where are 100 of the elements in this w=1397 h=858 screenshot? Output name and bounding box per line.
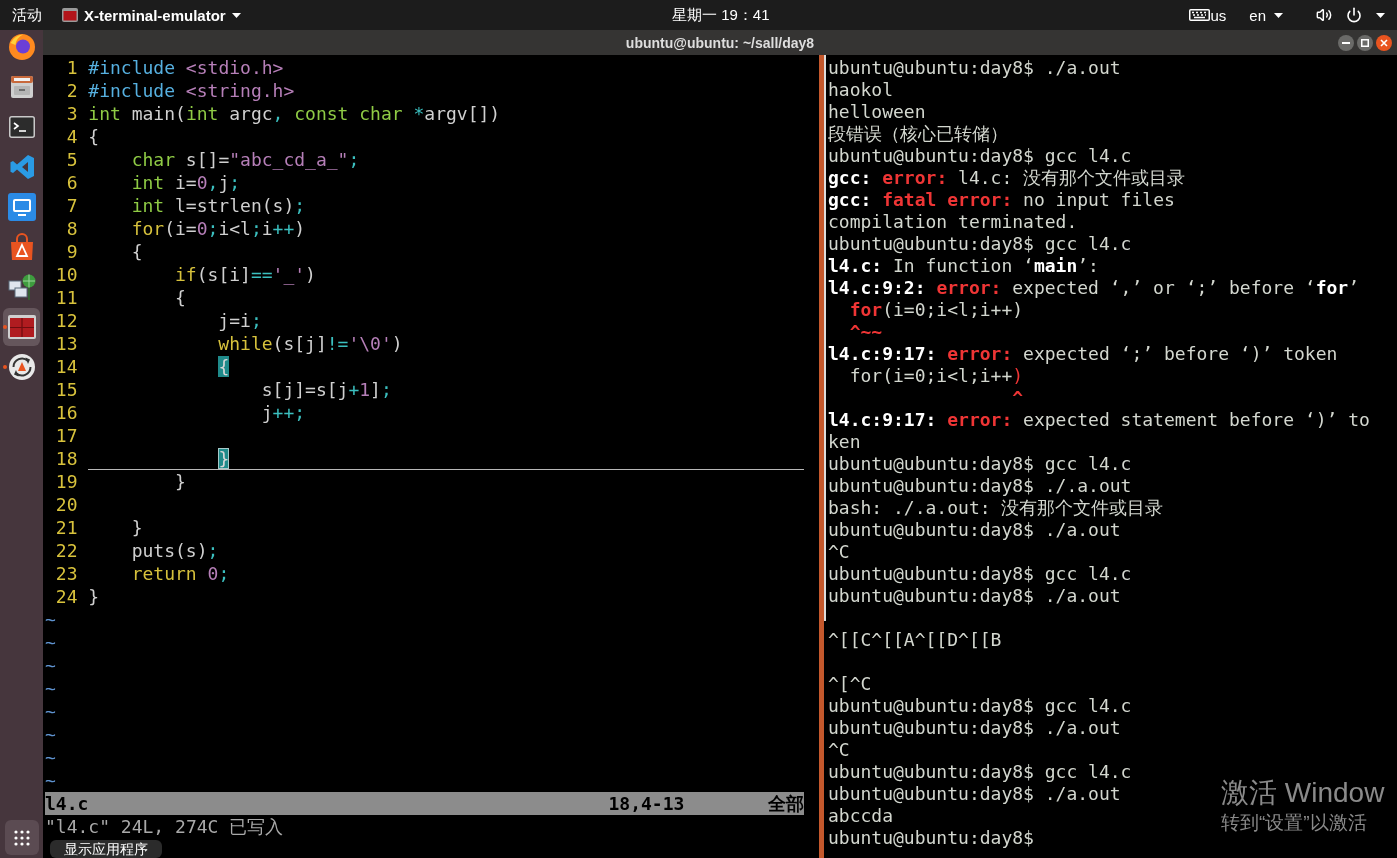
terminal-line: gcc: error: l4.c: 没有那个文件或目录 (828, 167, 1186, 189)
apps-grid-button[interactable] (4, 820, 39, 855)
activation-title: 激活 Window (1221, 776, 1385, 810)
line-number: 10 (54, 263, 78, 286)
code-line: { (130, 240, 144, 263)
line-number: 15 (54, 378, 78, 401)
line-number: 6 (65, 171, 78, 194)
code-line: char s[]="abc_cd_a_"; (130, 148, 361, 171)
terminal-line: l4.c: In function ‘main’: (828, 255, 1099, 277)
code-line: int i=0,j; (130, 171, 242, 194)
code-line: #include <stdio.h> (88, 56, 285, 79)
language-menu[interactable]: en (1249, 6, 1283, 24)
terminal-line: compilation terminated. (828, 211, 1078, 233)
code-line: puts(s); (130, 539, 220, 562)
line-number: 5 (65, 148, 78, 171)
terminal-line: ^ (1011, 387, 1024, 409)
code-line: if(s[i]=='_') (174, 263, 317, 286)
code-line: j++; (260, 401, 307, 424)
maximize-button[interactable] (1357, 34, 1373, 51)
terminal-line: ubuntu@ubuntu:day8$ ./a.out (828, 585, 1121, 607)
line-number: 18 (54, 447, 78, 470)
terminal-line: ubuntu@ubuntu:day8$ gcc l4.c (828, 145, 1132, 167)
line-number: 14 (54, 355, 78, 378)
terminal-line: l4.c:9:2: error: expected ‘,’ or ‘;’ before ‘for’ (828, 277, 1360, 299)
code-line: } (88, 447, 804, 470)
line-number: 11 (54, 286, 78, 309)
terminal-line: abccda (828, 805, 894, 827)
status-message: "l4.c" 24L, 274C 已写入 (45, 815, 284, 838)
terminal-line: ^[^C (828, 673, 872, 695)
terminal-line: ken (828, 431, 861, 453)
line-number: 13 (54, 332, 78, 355)
system-menu[interactable] (1316, 7, 1385, 23)
caret-icon (231, 12, 241, 18)
terminal-line: ubuntu@ubuntu:day8$ ./a.out (828, 57, 1121, 79)
terminal-line: ubuntu@ubuntu:day8$ gcc l4.c (828, 453, 1132, 475)
app-menu[interactable]: X-terminal-emulator (62, 6, 241, 24)
scrollbar-thumb[interactable] (824, 55, 826, 621)
code-line: s[j]=s[j+1]; (260, 378, 393, 401)
code-line: } (174, 470, 187, 493)
volume-icon (1316, 7, 1332, 23)
tilde-marker: ~ (45, 608, 56, 631)
minimize-button[interactable] (1338, 34, 1354, 51)
app-window-icon[interactable] (7, 315, 36, 339)
line-number: 2 (65, 79, 78, 102)
keyboard-layout-button[interactable]: us (1189, 6, 1227, 24)
line-number: 16 (54, 401, 78, 424)
line-number: 1 (65, 56, 78, 79)
terminal-line: helloween (828, 101, 926, 123)
terminal-line: ubuntu@ubuntu:day8$ ./a.out (828, 717, 1121, 739)
activities-button[interactable]: 活动 (12, 5, 42, 25)
close-icon (1380, 38, 1388, 47)
line-number: 23 (54, 562, 78, 585)
line-number: 7 (65, 194, 78, 217)
file-name: l4.c (45, 792, 90, 815)
code-line: for(i=0;i<l;i++) (130, 217, 307, 240)
line-number: 19 (54, 470, 78, 493)
app-window-icon (62, 8, 78, 22)
line-number: 24 (54, 585, 78, 608)
tilde-marker: ~ (45, 723, 56, 746)
tilde-marker: ~ (45, 746, 56, 769)
terminal-line: ubuntu@ubuntu:day8$ ./.a.out (828, 475, 1132, 497)
dock-item[interactable] (3, 308, 40, 346)
terminal-line: ubuntu@ubuntu:day8$ ./a.out (828, 783, 1121, 805)
code-line: while(s[j]!='\0') (217, 332, 404, 355)
terminal-line: l4.c:9:17: error: expected ‘;’ before ‘)’ token (828, 343, 1338, 365)
terminal-line: ubuntu@ubuntu:day8$ gcc l4.c (828, 761, 1132, 783)
terminal-line: ubuntu@ubuntu:day8$ gcc l4.c (828, 233, 1132, 255)
line-number: 21 (54, 516, 78, 539)
grid-dots-icon[interactable] (13, 829, 30, 846)
terminal-line: ^[[C^[[A^[[D^[[B (828, 629, 1002, 651)
activation-subtitle: 转到“设置”以激活 (1221, 811, 1367, 835)
terminal-line: 段错误（核心已转储） (828, 123, 1008, 145)
power-icon (1346, 7, 1362, 23)
terminal-line: l4.c:9:17: error: expected statement before ‘)’ to (828, 409, 1370, 431)
close-button[interactable] (1376, 34, 1392, 51)
keyboard-icon (1189, 9, 1211, 21)
terminal-line: haokol (828, 79, 894, 101)
file-cabinet-icon[interactable] (8, 74, 35, 100)
clock[interactable]: 星期一 19：41 (672, 5, 770, 25)
tooltip: 显示应用程序 (50, 840, 162, 858)
line-number: 8 (65, 217, 78, 240)
code-logo-icon[interactable] (8, 154, 35, 180)
terminal-line: gcc: fatal error: no input files (828, 189, 1175, 211)
caret-icon (1376, 12, 1385, 18)
terminal-line: ubuntu@ubuntu:day8$ gcc l4.c (828, 563, 1132, 585)
code-line: { (174, 286, 187, 309)
maximize-icon (1361, 38, 1369, 47)
window-title: ubuntu@ubuntu: ~/sall/day8 (625, 34, 815, 51)
tilde-marker: ~ (45, 654, 56, 677)
minimize-icon (1342, 41, 1350, 44)
terminal-icon[interactable] (8, 116, 35, 138)
line-number: 22 (54, 539, 78, 562)
line-number: 4 (65, 125, 78, 148)
code-line: return 0; (130, 562, 231, 585)
code-line: { (88, 125, 101, 148)
code-line: j=i; (217, 309, 263, 332)
code-line: int l=strlen(s); (130, 194, 307, 217)
terminal-line: ^C (828, 739, 850, 761)
terminal-line: for(i=0;i<l;i++) (848, 299, 1024, 321)
code-line: #include <string.h> (88, 79, 296, 102)
